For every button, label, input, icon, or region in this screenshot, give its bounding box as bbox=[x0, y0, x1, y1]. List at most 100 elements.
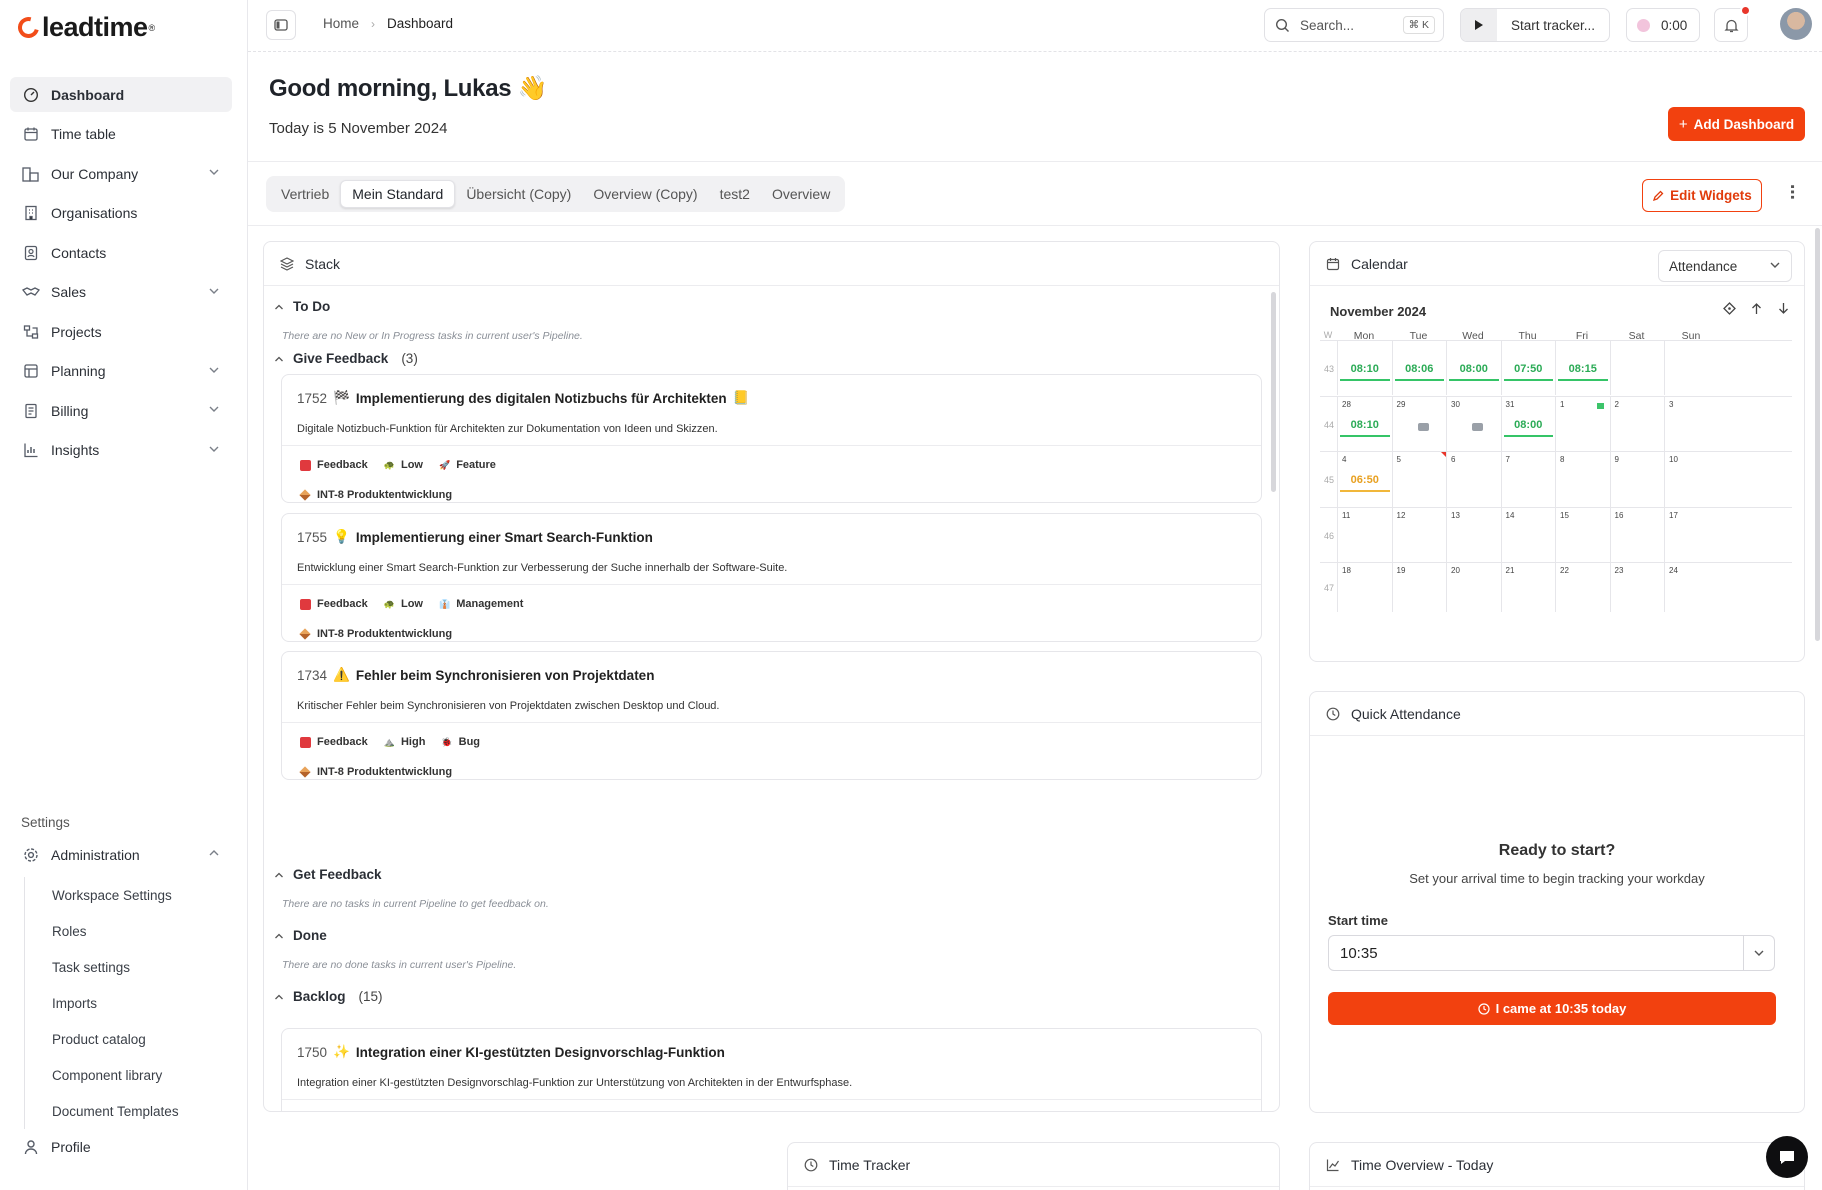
task-project-link[interactable]: INT-8 Produktentwicklung bbox=[299, 628, 452, 640]
task-project-link[interactable]: INT-8 Produktentwicklung bbox=[299, 766, 452, 778]
task-project-link[interactable]: INT-8 Produktentwicklung bbox=[299, 489, 452, 501]
edit-widgets-button[interactable]: Edit Widgets bbox=[1642, 179, 1762, 212]
status-tag[interactable]: Feedback bbox=[300, 598, 368, 610]
sidebar-item-profile[interactable]: Profile bbox=[10, 1129, 232, 1164]
sidebar-subitem-imports[interactable]: Imports bbox=[25, 985, 232, 1021]
start-time-input[interactable]: 10:35 bbox=[1328, 935, 1744, 971]
calendar-day-cell[interactable]: 24 bbox=[1664, 563, 1719, 612]
calendar-day-cell[interactable]: 6 bbox=[1446, 452, 1501, 507]
calendar-day-cell[interactable]: 11 bbox=[1337, 508, 1392, 562]
search-input[interactable]: Search... ⌘ K bbox=[1264, 8, 1444, 42]
tab-übersicht-copy[interactable]: Übersicht (Copy) bbox=[455, 180, 582, 208]
sidebar-subitem-workspace-settings[interactable]: Workspace Settings bbox=[25, 877, 232, 913]
calendar-mode-select[interactable]: Attendance bbox=[1658, 250, 1792, 282]
calendar-day-cell[interactable] bbox=[1609, 341, 1665, 395]
type-tag[interactable]: 👔 Management bbox=[439, 598, 523, 610]
tab-overview[interactable]: Overview bbox=[761, 180, 841, 208]
stack-scrollbar[interactable] bbox=[1271, 292, 1276, 492]
sidebar-item-contacts[interactable]: Contacts bbox=[10, 235, 232, 270]
sidebar-item-time-table[interactable]: Time table bbox=[10, 117, 232, 152]
calendar-day-cell[interactable]: 22 bbox=[1555, 563, 1610, 612]
calendar-day-cell[interactable]: 16 bbox=[1609, 508, 1665, 562]
calendar-day-cell[interactable]: 29 bbox=[1391, 397, 1447, 451]
task-card[interactable]: 1752 🏁 Implementierung des digitalen Not… bbox=[281, 374, 1262, 503]
calendar-day-cell[interactable]: 5 bbox=[1391, 452, 1446, 507]
calendar-day-cell[interactable]: 9 bbox=[1609, 452, 1665, 507]
arrow-up-icon[interactable] bbox=[1750, 302, 1763, 315]
task-card[interactable]: 1750 ✨ Integration einer KI-gestützten D… bbox=[281, 1028, 1262, 1111]
sidebar-subitem-document-templates[interactable]: Document Templates bbox=[25, 1093, 232, 1129]
priority-tag[interactable]: 🐢 Low bbox=[384, 459, 423, 471]
calendar-day-cell[interactable]: 10 bbox=[1664, 452, 1719, 507]
sidebar-item-sales[interactable]: Sales bbox=[10, 275, 232, 310]
start-time-dropdown[interactable] bbox=[1743, 935, 1775, 971]
locate-today-icon[interactable] bbox=[1723, 302, 1736, 315]
sidebar-item-projects[interactable]: Projects bbox=[10, 314, 232, 349]
sidebar-toggle-button[interactable] bbox=[266, 10, 296, 40]
calendar-day-cell[interactable]: 13 bbox=[1446, 508, 1501, 562]
sidebar-item-administration[interactable]: Administration bbox=[10, 837, 232, 872]
section-done-toggle[interactable]: Done bbox=[274, 928, 327, 943]
priority-tag[interactable]: ⛰️ High bbox=[384, 736, 426, 748]
calendar-day-cell[interactable] bbox=[1664, 341, 1719, 395]
notifications-button[interactable] bbox=[1714, 5, 1751, 42]
calendar-day-cell[interactable]: 12 bbox=[1391, 508, 1447, 562]
sidebar-item-insights[interactable]: Insights bbox=[10, 433, 232, 468]
chat-launcher-button[interactable] bbox=[1766, 1136, 1808, 1178]
sidebar-item-our-company[interactable]: Our Company bbox=[10, 156, 232, 191]
calendar-day-cell[interactable]: 28 08:10 bbox=[1337, 397, 1392, 451]
sidebar-item-organisations[interactable]: Organisations bbox=[10, 196, 232, 231]
arrow-down-icon[interactable] bbox=[1777, 302, 1790, 315]
attendance-timer[interactable]: 0:00 bbox=[1626, 8, 1700, 42]
sidebar-subitem-task-settings[interactable]: Task settings bbox=[25, 949, 232, 985]
calendar-day-cell[interactable]: 4 06:50 bbox=[1337, 452, 1392, 507]
tab-vertrieb[interactable]: Vertrieb bbox=[270, 180, 340, 208]
calendar-day-cell[interactable]: 14 bbox=[1500, 508, 1556, 562]
section-backlog-toggle[interactable]: Backlog (15) bbox=[274, 989, 383, 1004]
user-avatar[interactable] bbox=[1780, 8, 1812, 40]
tab-mein-standard[interactable]: Mein Standard bbox=[340, 180, 456, 208]
sidebar-subitem-roles[interactable]: Roles bbox=[25, 913, 232, 949]
add-dashboard-button[interactable]: + Add Dashboard bbox=[1668, 107, 1805, 141]
status-tag[interactable]: Feedback bbox=[300, 459, 368, 471]
tab-overview-copy[interactable]: Overview (Copy) bbox=[582, 180, 708, 208]
task-card[interactable]: 1755 💡 Implementierung einer Smart Searc… bbox=[281, 513, 1262, 642]
tab-test2[interactable]: test2 bbox=[709, 180, 761, 208]
calendar-day-cell[interactable]: 15 bbox=[1555, 508, 1610, 562]
calendar-day-cell[interactable]: 17 bbox=[1664, 508, 1719, 562]
check-in-button[interactable]: I came at 10:35 today bbox=[1328, 992, 1776, 1025]
type-tag[interactable]: 🚀 Feature bbox=[439, 459, 496, 471]
status-tag[interactable]: Feedback bbox=[300, 736, 368, 748]
calendar-day-cell[interactable]: 3 bbox=[1664, 397, 1719, 451]
calendar-day-cell[interactable]: 7 bbox=[1500, 452, 1556, 507]
calendar-day-cell[interactable]: 08:00 bbox=[1446, 341, 1501, 395]
section-todo-toggle[interactable]: To Do bbox=[274, 299, 330, 314]
calendar-day-cell[interactable]: 08:06 bbox=[1391, 341, 1447, 395]
sidebar-item-dashboard[interactable]: Dashboard bbox=[10, 77, 232, 112]
section-get-feedback-toggle[interactable]: Get Feedback bbox=[274, 867, 382, 882]
calendar-day-cell[interactable]: 20 bbox=[1446, 563, 1501, 612]
calendar-day-cell[interactable]: 08:10 bbox=[1337, 341, 1392, 395]
calendar-day-cell[interactable]: 8 bbox=[1555, 452, 1610, 507]
sidebar-subitem-product-catalog[interactable]: Product catalog bbox=[25, 1021, 232, 1057]
sidebar-item-planning[interactable]: Planning bbox=[10, 354, 232, 389]
start-tracker-button[interactable]: Start tracker... bbox=[1460, 8, 1610, 42]
leadtime-logo[interactable]: leadtime ® bbox=[14, 12, 155, 43]
calendar-day-cell[interactable]: 31 08:00 bbox=[1500, 397, 1556, 451]
breadcrumb-home-link[interactable]: Home bbox=[323, 16, 359, 31]
calendar-day-cell[interactable]: 07:50 bbox=[1500, 341, 1556, 395]
sidebar-subitem-component-library[interactable]: Component library bbox=[25, 1057, 232, 1093]
calendar-day-cell[interactable]: 21 bbox=[1500, 563, 1556, 612]
calendar-day-cell[interactable]: 23 bbox=[1609, 563, 1665, 612]
page-scrollbar[interactable] bbox=[1815, 228, 1820, 641]
section-give-feedback-toggle[interactable]: Give Feedback (3) bbox=[274, 351, 418, 366]
calendar-day-cell[interactable]: 30 bbox=[1446, 397, 1501, 451]
sidebar-item-billing[interactable]: Billing bbox=[10, 393, 232, 428]
type-tag[interactable]: 🐞 Bug bbox=[441, 736, 480, 748]
priority-tag[interactable]: 🐢 Low bbox=[384, 598, 423, 610]
calendar-day-cell[interactable]: 08:15 bbox=[1555, 341, 1610, 395]
task-card[interactable]: 1734 ⚠️ Fehler beim Synchronisieren von … bbox=[281, 651, 1262, 780]
calendar-day-cell[interactable]: 19 bbox=[1391, 563, 1447, 612]
calendar-day-cell[interactable]: 1 bbox=[1555, 397, 1610, 451]
calendar-day-cell[interactable]: 2 bbox=[1609, 397, 1665, 451]
